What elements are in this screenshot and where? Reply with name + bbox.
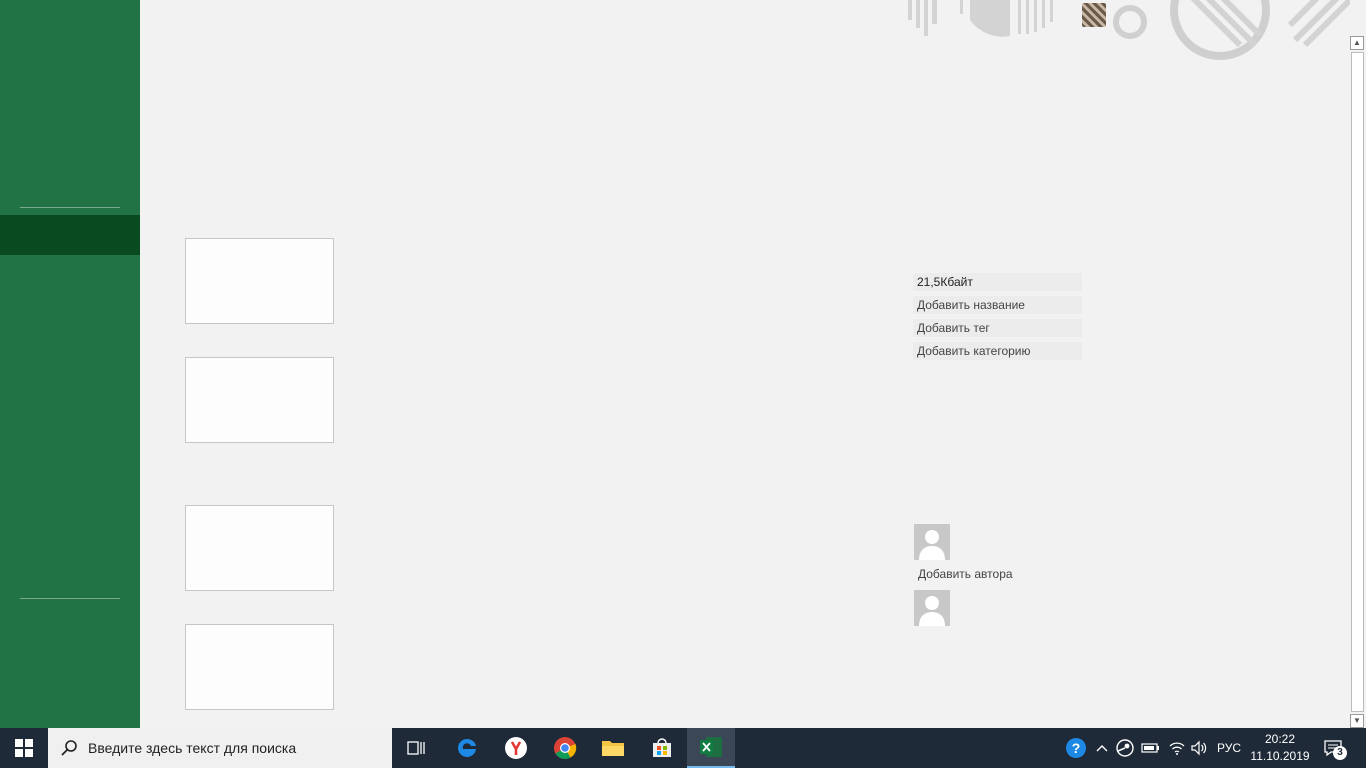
header-decoration bbox=[900, 0, 1350, 65]
template-thumbnail[interactable] bbox=[185, 238, 334, 324]
help-icon[interactable]: ? bbox=[1062, 728, 1090, 768]
taskbar-search-box[interactable]: Введите здесь текст для поиска bbox=[48, 728, 392, 768]
edge-icon[interactable] bbox=[443, 728, 491, 768]
scroll-thumb[interactable] bbox=[1351, 52, 1364, 712]
start-button[interactable] bbox=[0, 728, 48, 768]
task-view-icon[interactable] bbox=[392, 728, 440, 768]
yandex-browser-icon[interactable] bbox=[492, 728, 540, 768]
wifi-icon[interactable] bbox=[1166, 728, 1188, 768]
search-placeholder: Введите здесь текст для поиска bbox=[88, 740, 297, 756]
input-language-indicator[interactable]: РУС bbox=[1212, 728, 1246, 768]
last-modified-by-avatar-icon bbox=[914, 590, 950, 626]
store-icon[interactable] bbox=[638, 728, 686, 768]
svg-text:?: ? bbox=[1072, 740, 1081, 756]
vertical-scrollbar[interactable]: ▲ ▼ bbox=[1349, 36, 1366, 728]
user-avatar[interactable] bbox=[1082, 3, 1106, 27]
sidebar-divider bbox=[20, 207, 120, 208]
scroll-down-arrow-icon[interactable]: ▼ bbox=[1350, 714, 1364, 728]
scroll-up-arrow-icon[interactable]: ▲ bbox=[1350, 36, 1364, 50]
windows-taskbar: Введите здесь текст для поиска ? РУС 20:… bbox=[0, 728, 1366, 768]
add-title-field[interactable]: Добавить название bbox=[913, 296, 1082, 314]
file-explorer-icon[interactable] bbox=[589, 728, 637, 768]
volume-icon[interactable] bbox=[1188, 728, 1210, 768]
sidebar-selected-item[interactable] bbox=[0, 215, 140, 255]
notification-count-badge: 3 bbox=[1333, 746, 1347, 760]
show-hidden-icons-chevron-up-icon[interactable] bbox=[1092, 728, 1112, 768]
add-tag-field[interactable]: Добавить тег bbox=[913, 319, 1082, 337]
clock-date: 11.10.2019 bbox=[1250, 749, 1310, 763]
taskbar-clock[interactable]: 20:22 11.10.2019 bbox=[1248, 731, 1312, 765]
author-avatar-icon bbox=[914, 524, 950, 560]
backstage-sidebar bbox=[0, 0, 140, 728]
excel-icon[interactable] bbox=[687, 728, 735, 768]
windows-logo-icon bbox=[15, 739, 33, 757]
file-size-value: 21,5Кбайт bbox=[913, 273, 1082, 291]
chrome-icon[interactable] bbox=[541, 728, 589, 768]
template-thumbnail[interactable] bbox=[185, 357, 334, 443]
template-thumbnail[interactable] bbox=[185, 505, 334, 591]
template-thumbnail[interactable] bbox=[185, 624, 334, 710]
add-category-field[interactable]: Добавить категорию bbox=[913, 342, 1082, 360]
steam-icon[interactable] bbox=[1114, 728, 1136, 768]
add-author-field[interactable]: Добавить автора bbox=[918, 567, 1013, 581]
battery-icon[interactable] bbox=[1139, 728, 1163, 768]
sidebar-divider bbox=[20, 598, 120, 599]
clock-time: 20:22 bbox=[1264, 732, 1296, 746]
search-icon bbox=[61, 740, 77, 756]
